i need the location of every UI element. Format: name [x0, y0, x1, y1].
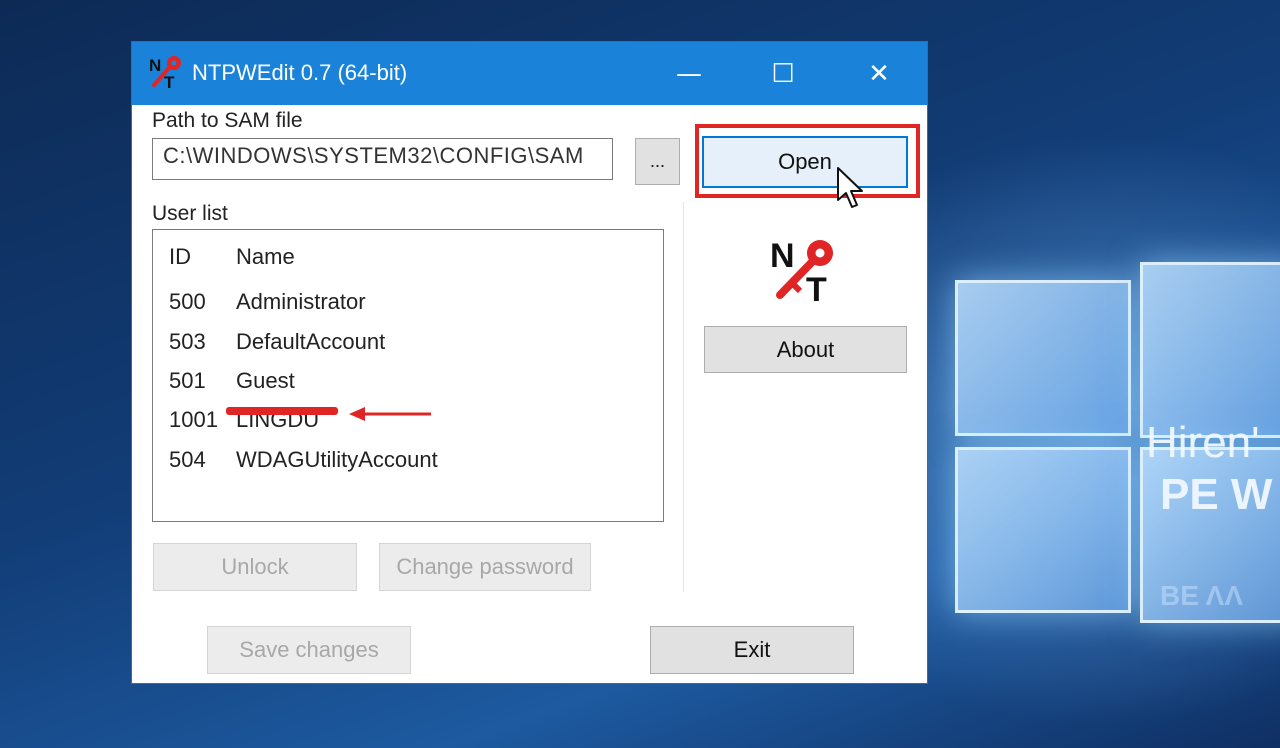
red-arrow-annotation [349, 407, 431, 421]
close-button[interactable]: ✕ [832, 42, 926, 105]
windows-logo-pane [955, 280, 1131, 436]
user-list[interactable]: ID Name 500 Administrator 503 DefaultAcc… [152, 229, 664, 522]
window-title: NTPWEdit 0.7 (64-bit) [192, 60, 408, 85]
userlist-label: User list [152, 202, 228, 225]
user-name: Administrator [236, 289, 366, 314]
list-item[interactable]: 500 Administrator [153, 283, 663, 321]
mouse-cursor-icon [837, 167, 863, 208]
minimize-button[interactable]: — [642, 42, 736, 105]
list-item[interactable]: 504 WDAGUtilityAccount [153, 441, 663, 479]
svg-text:N: N [770, 237, 795, 275]
change-password-button[interactable]: Change password [379, 543, 591, 591]
user-name: WDAGUtilityAccount [236, 447, 438, 472]
wallpaper-text: Hiren' [1146, 418, 1260, 467]
redaction-line [226, 407, 338, 415]
svg-text:T: T [806, 271, 827, 303]
vertical-divider [683, 202, 684, 592]
title-bar[interactable]: N T NTPWEdit 0.7 (64-bit) — ☐ ✕ [132, 42, 927, 105]
user-name: DefaultAccount [236, 329, 386, 354]
wallpaper-text: ΒΕ ΛΛ [1160, 580, 1243, 611]
svg-text:N: N [149, 56, 161, 75]
sam-path-input[interactable]: C:\WINDOWS\SYSTEM32\CONFIG\SAM [152, 138, 613, 180]
svg-text:T: T [164, 73, 175, 90]
exit-button[interactable]: Exit [650, 626, 854, 674]
userlist-header: ID Name [153, 238, 663, 276]
app-key-icon: N T [149, 56, 181, 90]
ntpwedit-logo-icon: N T [770, 237, 833, 303]
open-button[interactable]: Open [702, 136, 908, 188]
user-id: 500 [169, 289, 206, 314]
user-id: 501 [169, 368, 206, 393]
windows-logo-pane [1140, 262, 1280, 438]
list-item[interactable]: 501 Guest [153, 362, 663, 400]
ntpwedit-window: N T NTPWEdit 0.7 (64-bit) — ☐ ✕ Path to … [131, 41, 928, 684]
path-label: Path to SAM file [152, 109, 303, 132]
browse-button[interactable]: ... [635, 138, 680, 185]
wallpaper-text: PE W [1160, 470, 1273, 519]
windows-logo-pane [955, 447, 1131, 613]
save-changes-button[interactable]: Save changes [207, 626, 411, 674]
about-button[interactable]: About [704, 326, 907, 373]
user-name: Guest [236, 368, 295, 393]
user-id: 503 [169, 329, 206, 354]
list-item[interactable]: 503 DefaultAccount [153, 323, 663, 361]
column-header-id: ID [169, 244, 191, 269]
unlock-button[interactable]: Unlock [153, 543, 357, 591]
user-id: 1001 [169, 407, 218, 432]
user-id: 504 [169, 447, 206, 472]
column-header-name: Name [236, 244, 295, 269]
maximize-button[interactable]: ☐ [736, 42, 830, 105]
